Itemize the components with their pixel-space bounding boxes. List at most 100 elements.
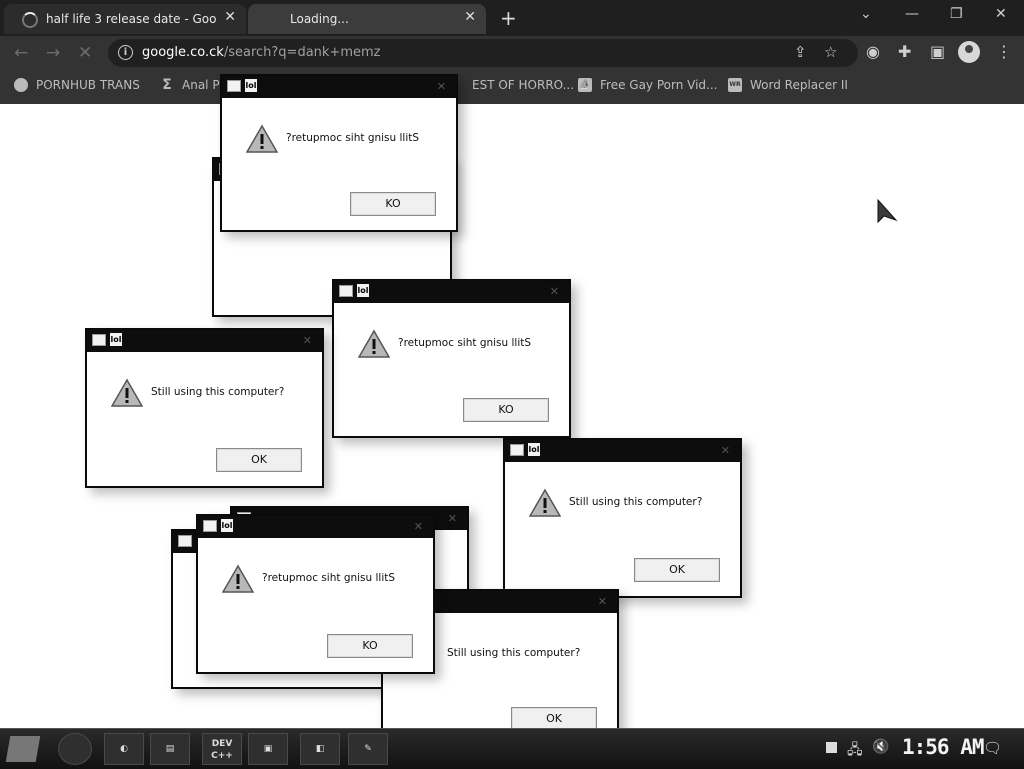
tab-close-icon[interactable]: ✕ <box>224 9 236 25</box>
warning-icon <box>358 329 390 358</box>
tab-close-icon[interactable]: ✕ <box>464 9 476 25</box>
back-icon[interactable]: ← <box>14 43 28 63</box>
new-tab-button[interactable]: + <box>500 6 517 30</box>
notification-icon[interactable]: 🗨 <box>983 739 1002 757</box>
app-icon <box>339 285 353 297</box>
address-bar[interactable]: i google.co.ck/search?q=dank+memz ⇪ ☆ <box>108 39 858 67</box>
dialog-ok-button[interactable]: OK <box>216 448 302 472</box>
bookmark-item[interactable]: ⛵ Free Gay Porn Vid... <box>578 78 717 92</box>
taskbar: ◐ ▤ DEV C++ ▣ ◧ ✎ 🖧 🔇 1:56 AM 🗨 <box>0 728 1024 769</box>
dialog-ok-button[interactable]: KO <box>463 398 549 422</box>
extensions-puzzle-icon[interactable]: ✚ <box>898 42 911 61</box>
stop-icon[interactable]: ✕ <box>78 43 92 63</box>
bookmark-label: Anal Pi <box>182 78 223 92</box>
app-icon <box>178 535 192 547</box>
clock[interactable]: 1:56 AM <box>902 735 985 759</box>
app-icon <box>203 520 217 532</box>
bookmark-item[interactable]: Σ Anal Pi <box>160 77 223 93</box>
app-icon <box>510 444 524 456</box>
dialog-ok-button[interactable]: KO <box>327 634 413 658</box>
share-icon[interactable]: ⇪ <box>794 43 807 61</box>
browser-toolbar: ← → ✕ i google.co.ck/search?q=dank+memz … <box>0 36 1024 70</box>
bookmark-star-icon[interactable]: ☆ <box>824 43 837 61</box>
lol-icon: lol <box>110 333 122 346</box>
dialog-ok-button[interactable]: OK <box>634 558 720 582</box>
dialog-close-icon[interactable]: ✕ <box>437 80 446 93</box>
dialog-window: lol ✕ ?retupmoc siht gnisu llitS KO <box>220 74 458 232</box>
dialog-message: ?retupmoc siht gnisu llitS <box>262 572 396 584</box>
dialog-ok-button[interactable]: KO <box>350 192 436 216</box>
bookmark-label: PORNHUB TRANS <box>36 78 140 92</box>
paint-icon[interactable]: ✎ <box>348 733 388 765</box>
dialog-close-icon[interactable]: ✕ <box>448 512 457 525</box>
lol-icon: lol <box>357 284 369 297</box>
dialog-titlebar[interactable]: lol ✕ <box>87 330 322 352</box>
network-icon[interactable]: 🖧 <box>847 739 863 763</box>
dialog-message: ?retupmoc siht gnisu llitS <box>398 337 532 349</box>
bookmark-label: Word Replacer II <box>750 78 848 92</box>
window-close-icon[interactable]: ✕ <box>995 6 1007 22</box>
dialog-titlebar[interactable]: lol ✕ <box>222 76 456 98</box>
dialog-close-icon[interactable]: ✕ <box>550 285 559 298</box>
profile-icon[interactable] <box>958 41 980 63</box>
warning-icon <box>222 564 254 593</box>
tab-search-chevron-icon[interactable]: ⌄ <box>860 6 872 22</box>
start-button[interactable] <box>5 736 41 762</box>
dialog-close-icon[interactable]: ✕ <box>598 595 607 608</box>
tab-title: half life 3 release date - Goog <box>46 12 216 26</box>
app-icon <box>92 334 106 346</box>
dialog-window: lol ✕ Still using this computer? OK <box>85 328 324 488</box>
warning-icon <box>111 378 143 407</box>
sigma-icon: Σ <box>162 77 172 93</box>
url-text[interactable]: google.co.ck/search?q=dank+memz <box>142 45 380 60</box>
site-info-icon[interactable]: i <box>118 45 133 60</box>
lol-icon: lol <box>245 79 257 92</box>
side-panel-icon[interactable]: ▣ <box>930 42 945 61</box>
forward-icon[interactable]: → <box>46 43 60 63</box>
globe-icon <box>14 78 28 92</box>
tab-loading[interactable]: Loading... ✕ <box>248 4 486 34</box>
bookmark-label: EST OF HORRO... <box>472 78 575 92</box>
chrome-icon[interactable] <box>58 733 92 765</box>
dialog-close-icon[interactable]: ✕ <box>414 520 423 533</box>
tab-half-life[interactable]: half life 3 release date - Goog ✕ <box>4 4 246 34</box>
minimize-icon[interactable]: — <box>905 6 919 22</box>
dialog-message: Still using this computer? <box>151 386 285 398</box>
bookmark-item[interactable]: EST OF HORRO... <box>472 78 574 92</box>
bookmark-item[interactable]: PORNHUB TRANS <box>14 78 140 92</box>
lol-icon: lol <box>528 443 540 456</box>
restore-icon[interactable]: ❐ <box>950 6 963 22</box>
notes-icon[interactable]: ◧ <box>300 733 340 765</box>
dialog-titlebar[interactable]: lol ✕ <box>505 440 740 462</box>
dialog-message: Still using this computer? <box>569 496 703 508</box>
menu-kebab-icon[interactable]: ⋮ <box>996 42 1012 61</box>
save-icon[interactable]: ▤ <box>150 733 190 765</box>
media-icon[interactable]: ▣ <box>248 733 288 765</box>
dialog-message: Still using this computer? <box>447 647 581 659</box>
dialog-titlebar[interactable]: lol ✕ <box>334 281 569 303</box>
tab-title: Loading... <box>290 12 349 26</box>
warning-icon <box>246 124 278 153</box>
loading-spinner-icon <box>22 12 38 28</box>
extension-avatar-icon[interactable]: ◉ <box>866 42 880 61</box>
dialog-close-icon[interactable]: ✕ <box>303 334 312 347</box>
url-host: google.co.ck <box>142 45 224 60</box>
volume-muted-icon[interactable]: 🔇 <box>872 739 889 755</box>
dialog-window: lol ✕ Still using this computer? OK <box>503 438 742 598</box>
warning-icon <box>529 488 561 517</box>
firefox-icon[interactable]: ◐ <box>104 733 144 765</box>
dialog-window: lol ✕ ?retupmoc siht gnisu llitS KO <box>332 279 571 438</box>
devcpp-icon[interactable]: DEV C++ <box>202 733 242 765</box>
wr-icon: WR <box>728 78 742 92</box>
dialog-close-icon[interactable]: ✕ <box>721 444 730 457</box>
bookmark-item[interactable]: WR Word Replacer II <box>728 78 848 92</box>
url-path: /search?q=dank+memz <box>223 45 381 60</box>
lol-icon: lol <box>221 519 233 532</box>
dialog-titlebar[interactable]: lol ✕ <box>198 516 433 538</box>
boat-icon: ⛵ <box>578 78 592 92</box>
bookmark-label: Free Gay Porn Vid... <box>600 78 718 92</box>
dialog-window: lol ✕ ?retupmoc siht gnisu llitS KO <box>196 514 435 674</box>
mouse-cursor-icon <box>877 198 898 224</box>
app-icon <box>227 80 241 92</box>
tray-square-icon[interactable] <box>826 742 837 753</box>
